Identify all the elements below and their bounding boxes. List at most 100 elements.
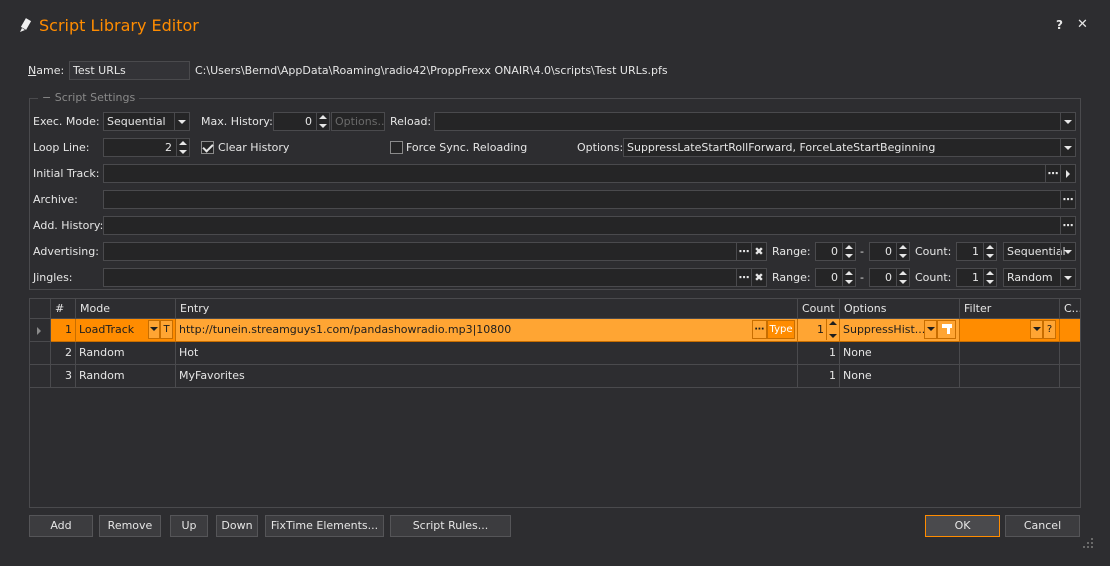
row-entry[interactable]: Hot xyxy=(176,342,798,365)
initial-track-label: Initial Track: xyxy=(33,167,100,180)
chevron-down-icon[interactable] xyxy=(924,320,937,339)
spinner-icon[interactable] xyxy=(842,243,855,260)
advertising-range-to[interactable]: 0 xyxy=(869,242,910,261)
row-c[interactable] xyxy=(1060,365,1080,388)
archive-input[interactable]: ⋯ xyxy=(103,190,1076,209)
spinner-icon[interactable] xyxy=(826,319,839,340)
row-mode[interactable]: LoadTrack T xyxy=(76,319,176,342)
row-entry-value: http://tunein.streamguys1.com/pandashowr… xyxy=(179,323,512,336)
options-select[interactable]: SuppressLateStartRollForward, ForceLateS… xyxy=(623,138,1076,157)
clear-history-checkbox[interactable] xyxy=(201,141,214,154)
script-lines-grid[interactable]: # Mode Entry Count Options Filter C... 1… xyxy=(29,298,1081,508)
jingles-input[interactable]: ⋯ ✖ xyxy=(103,268,767,287)
row-mode[interactable]: Random xyxy=(76,342,176,365)
grid-header-options[interactable]: Options xyxy=(840,299,960,319)
close-icon[interactable]: ✕ xyxy=(1077,17,1088,32)
ok-button[interactable]: OK xyxy=(925,515,1000,537)
jingles-count-value: 1 xyxy=(972,271,979,284)
row-mode[interactable]: Random xyxy=(76,365,176,388)
add-history-input[interactable]: ⋯ xyxy=(103,216,1076,235)
row-entry[interactable]: MyFavorites xyxy=(176,365,798,388)
type-button[interactable]: Type xyxy=(767,320,795,339)
edit-icon[interactable] xyxy=(937,320,956,339)
grid-header-mode[interactable]: Mode xyxy=(76,299,176,319)
browse-ellipsis-icon[interactable]: ⋯ xyxy=(1060,217,1075,234)
jingles-range-from[interactable]: 0 xyxy=(815,268,856,287)
cancel-button[interactable]: Cancel xyxy=(1005,515,1080,537)
fixtime-elements-button[interactable]: FixTime Elements... xyxy=(265,515,384,537)
chevron-down-icon[interactable] xyxy=(1060,113,1075,130)
spinner-icon[interactable] xyxy=(842,269,855,286)
name-input[interactable]: Test URLs xyxy=(69,61,190,80)
row-count[interactable]: 1 xyxy=(798,365,840,388)
row-count[interactable]: 1 xyxy=(798,342,840,365)
max-history-value: 0 xyxy=(305,115,312,128)
row-entry[interactable]: http://tunein.streamguys1.com/pandashowr… xyxy=(176,319,798,342)
browse-ellipsis-icon[interactable]: ⋯ xyxy=(1060,191,1075,208)
spinner-icon[interactable] xyxy=(983,269,996,286)
row-c[interactable] xyxy=(1060,319,1080,342)
clear-x-icon[interactable]: ✖ xyxy=(751,243,766,260)
jingles-count-label: Count: xyxy=(915,271,952,284)
browse-ellipsis-icon[interactable]: ⋯ xyxy=(736,243,751,260)
jingles-range-to[interactable]: 0 xyxy=(869,268,910,287)
grid-header-indicator xyxy=(30,299,51,319)
browse-ellipsis-icon[interactable]: ⋯ xyxy=(1045,165,1060,182)
jingles-count-stepper[interactable]: 1 xyxy=(956,268,997,287)
resize-grip-icon[interactable] xyxy=(1082,537,1094,549)
help-button[interactable]: ? xyxy=(1056,18,1063,32)
max-history-stepper[interactable]: 0 xyxy=(273,112,330,131)
chevron-down-icon[interactable] xyxy=(148,320,160,339)
exec-mode-select[interactable]: Sequential xyxy=(103,112,190,131)
spinner-icon[interactable] xyxy=(896,269,909,286)
chevron-down-icon[interactable] xyxy=(1060,269,1075,286)
row-options[interactable]: SuppressHist... xyxy=(840,319,960,342)
grid-header-filter[interactable]: Filter xyxy=(960,299,1060,319)
row-options[interactable]: None xyxy=(840,342,960,365)
chevron-down-icon[interactable] xyxy=(1060,243,1075,260)
grid-header-count[interactable]: Count xyxy=(798,299,840,319)
force-sync-checkbox[interactable] xyxy=(390,141,403,154)
row-filter[interactable] xyxy=(960,365,1060,388)
remove-button[interactable]: Remove xyxy=(99,515,161,537)
advertising-count-stepper[interactable]: 1 xyxy=(956,242,997,261)
advertising-range-from-value: 0 xyxy=(831,245,838,258)
grid-header-entry[interactable]: Entry xyxy=(176,299,798,319)
name-label: Name: xyxy=(28,64,65,77)
chevron-down-icon[interactable] xyxy=(174,113,189,130)
spinner-icon[interactable] xyxy=(316,113,329,130)
advertising-mode-select[interactable]: Sequential xyxy=(1003,242,1076,261)
jingles-mode-select[interactable]: Random xyxy=(1003,268,1076,287)
clear-x-icon[interactable]: ✖ xyxy=(751,269,766,286)
row-options-value: SuppressHist... xyxy=(843,323,926,336)
script-settings-toggle[interactable]: − Script Settings xyxy=(38,89,140,107)
script-rules-button[interactable]: Script Rules... xyxy=(390,515,511,537)
chevron-down-icon[interactable] xyxy=(1060,139,1075,156)
filter-help-button[interactable]: ? xyxy=(1043,320,1056,339)
grid-header-c[interactable]: C... xyxy=(1060,299,1080,319)
up-button[interactable]: Up xyxy=(170,515,208,537)
spinner-icon[interactable] xyxy=(896,243,909,260)
grid-header-num[interactable]: # xyxy=(51,299,76,319)
row-options[interactable]: None xyxy=(840,365,960,388)
row-c[interactable] xyxy=(1060,342,1080,365)
loop-line-stepper[interactable]: 2 xyxy=(103,138,190,157)
force-sync-label: Force Sync. Reloading xyxy=(406,141,528,154)
advertising-range-from[interactable]: 0 xyxy=(815,242,856,261)
row-filter[interactable] xyxy=(960,342,1060,365)
t-button[interactable]: T xyxy=(160,320,173,339)
add-button[interactable]: Add xyxy=(29,515,93,537)
row-count[interactable]: 1 xyxy=(798,319,840,342)
play-arrow-icon[interactable] xyxy=(1060,165,1075,182)
max-history-options-button[interactable]: Options... xyxy=(331,112,385,131)
spinner-icon[interactable] xyxy=(983,243,996,260)
advertising-input[interactable]: ⋯ ✖ xyxy=(103,242,767,261)
reload-select[interactable] xyxy=(434,112,1076,131)
browse-ellipsis-icon[interactable]: ⋯ xyxy=(752,320,767,339)
down-button[interactable]: Down xyxy=(216,515,258,537)
spinner-icon[interactable] xyxy=(176,139,189,156)
row-filter[interactable]: ? xyxy=(960,319,1060,342)
initial-track-input[interactable]: ⋯ xyxy=(103,164,1076,183)
chevron-down-icon[interactable] xyxy=(1030,320,1043,339)
browse-ellipsis-icon[interactable]: ⋯ xyxy=(736,269,751,286)
